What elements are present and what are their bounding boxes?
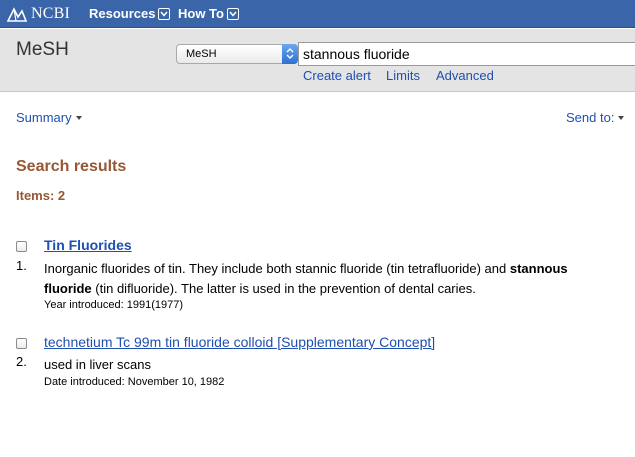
how-to-label: How To	[178, 6, 224, 21]
items-count: Items: 2	[16, 188, 66, 203]
summary-format-menu[interactable]: Summary	[16, 110, 82, 125]
send-to-menu[interactable]: Send to:	[566, 110, 625, 125]
caret-down-icon	[75, 116, 82, 120]
resources-menu[interactable]: Resources	[89, 6, 171, 21]
advanced-link[interactable]: Advanced	[436, 68, 494, 83]
database-title: MeSH	[16, 39, 69, 60]
result-number: 1.	[16, 258, 27, 273]
result-number: 2.	[16, 354, 27, 369]
result-checkbox[interactable]	[16, 241, 27, 252]
ncbi-top-bar: NCBI Resources How To	[0, 0, 635, 28]
result-checkbox[interactable]	[16, 338, 27, 349]
database-select-value: MeSH	[186, 48, 217, 60]
summary-label: Summary	[16, 110, 72, 125]
result-description: Inorganic fluorides of tin. They include…	[44, 259, 604, 299]
result-meta: Year introduced: 1991(1977)	[44, 299, 184, 311]
select-arrows-icon	[282, 44, 298, 64]
result-description-text: Inorganic fluorides of tin. They include…	[44, 261, 510, 276]
result-description: used in liver scans	[44, 357, 151, 372]
ncbi-logo-text: NCBI	[31, 5, 71, 22]
resources-label: Resources	[89, 6, 156, 21]
ncbi-logo-icon	[6, 7, 28, 22]
search-input[interactable]	[298, 42, 635, 66]
chevron-down-icon	[158, 7, 171, 20]
result-title-link[interactable]: Tin Fluorides	[44, 237, 132, 253]
send-to-label: Send to:	[566, 110, 615, 125]
limits-link[interactable]: Limits	[386, 68, 420, 83]
search-results-heading: Search results	[16, 158, 127, 175]
result-description-text: (tin difluoride). The latter is used in …	[91, 281, 476, 296]
chevron-down-icon	[226, 7, 239, 20]
caret-down-icon	[618, 116, 625, 120]
result-meta: Date introduced: November 10, 1982	[44, 376, 225, 388]
how-to-menu[interactable]: How To	[178, 6, 239, 21]
result-highlight: fluoride	[44, 281, 92, 296]
search-header: MeSH MeSH Create alert Limits Advanced	[0, 29, 635, 92]
database-select[interactable]: MeSH	[176, 44, 298, 64]
result-highlight: stannous	[509, 261, 568, 276]
create-alert-link[interactable]: Create alert	[303, 68, 371, 83]
ncbi-logo[interactable]: NCBI	[6, 4, 70, 24]
result-title-link[interactable]: technetium Tc 99m tin fluoride colloid […	[44, 334, 435, 350]
